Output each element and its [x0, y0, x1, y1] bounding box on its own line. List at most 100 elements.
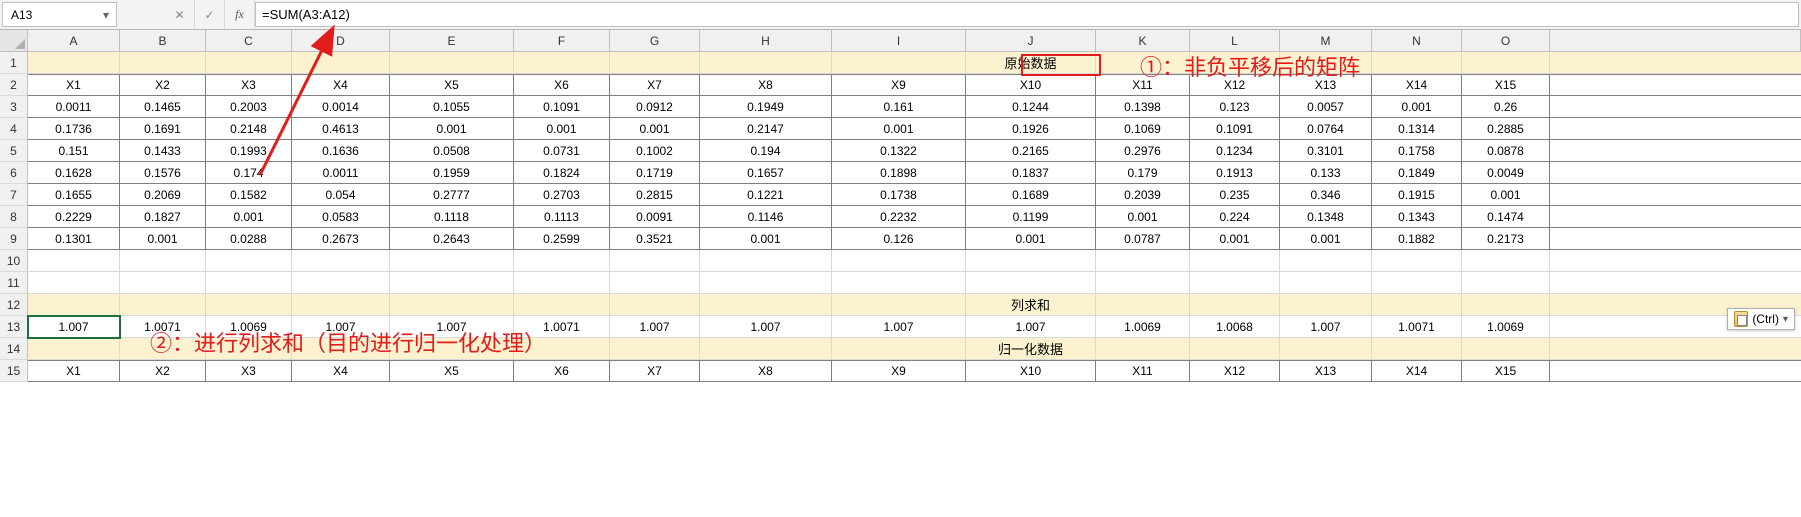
cell-C5[interactable]: 0.1993: [206, 140, 292, 162]
cell-C4[interactable]: 0.2148: [206, 118, 292, 140]
row-header-6[interactable]: 6: [0, 162, 28, 184]
cell-L4[interactable]: 0.1091: [1190, 118, 1280, 140]
cell-O9[interactable]: 0.2173: [1462, 228, 1550, 250]
cell-N2[interactable]: X14: [1372, 74, 1462, 96]
cell-O10[interactable]: [1462, 250, 1550, 272]
column-header-C[interactable]: C: [206, 30, 292, 51]
cell-K15[interactable]: X11: [1096, 360, 1190, 382]
cell-A11[interactable]: [28, 272, 120, 294]
row-header-14[interactable]: 14: [0, 338, 28, 360]
cell-H8[interactable]: 0.1146: [700, 206, 832, 228]
row-header-12[interactable]: 12: [0, 294, 28, 316]
cell-J9[interactable]: 0.001: [966, 228, 1096, 250]
cell-A8[interactable]: 0.2229: [28, 206, 120, 228]
name-box[interactable]: A13 ▾: [2, 2, 117, 27]
cell-G13[interactable]: 1.007: [610, 316, 700, 338]
cell-M8[interactable]: 0.1348: [1280, 206, 1372, 228]
cell-K1[interactable]: [1096, 52, 1190, 74]
cell-M15[interactable]: X13: [1280, 360, 1372, 382]
cell-O1[interactable]: [1462, 52, 1550, 74]
cell-C12[interactable]: [206, 294, 292, 316]
cell-L6[interactable]: 0.1913: [1190, 162, 1280, 184]
cell-D15[interactable]: X4: [292, 360, 390, 382]
cell-F15[interactable]: X6: [514, 360, 610, 382]
cell-L5[interactable]: 0.1234: [1190, 140, 1280, 162]
cell-E5[interactable]: 0.0508: [390, 140, 514, 162]
cell-J15[interactable]: X10: [966, 360, 1096, 382]
row-header-2[interactable]: 2: [0, 74, 28, 96]
cell-E1[interactable]: [390, 52, 514, 74]
cell-N4[interactable]: 0.1314: [1372, 118, 1462, 140]
cell-C13[interactable]: 1.0069: [206, 316, 292, 338]
cell-E13[interactable]: 1.007: [390, 316, 514, 338]
cell-N11[interactable]: [1372, 272, 1462, 294]
cell-H10[interactable]: [700, 250, 832, 272]
cell-G14[interactable]: [610, 338, 700, 360]
cell-C11[interactable]: [206, 272, 292, 294]
column-header-K[interactable]: K: [1096, 30, 1190, 51]
row-header-3[interactable]: 3: [0, 96, 28, 118]
cell-H9[interactable]: 0.001: [700, 228, 832, 250]
cell-G10[interactable]: [610, 250, 700, 272]
row-header-7[interactable]: 7: [0, 184, 28, 206]
cell-D4[interactable]: 0.4613: [292, 118, 390, 140]
cell-J7[interactable]: 0.1689: [966, 184, 1096, 206]
cell-B13[interactable]: 1.0071: [120, 316, 206, 338]
cell-G5[interactable]: 0.1002: [610, 140, 700, 162]
cell-A10[interactable]: [28, 250, 120, 272]
cell-J11[interactable]: [966, 272, 1096, 294]
cell-E2[interactable]: X5: [390, 74, 514, 96]
cell-I10[interactable]: [832, 250, 966, 272]
row-header-11[interactable]: 11: [0, 272, 28, 294]
cell-J3[interactable]: 0.1244: [966, 96, 1096, 118]
column-header-N[interactable]: N: [1372, 30, 1462, 51]
cell-H13[interactable]: 1.007: [700, 316, 832, 338]
cell-J8[interactable]: 0.1199: [966, 206, 1096, 228]
column-header-E[interactable]: E: [390, 30, 514, 51]
cell-D9[interactable]: 0.2673: [292, 228, 390, 250]
cell-B10[interactable]: [120, 250, 206, 272]
cell-O15[interactable]: X15: [1462, 360, 1550, 382]
cell-O3[interactable]: 0.26: [1462, 96, 1550, 118]
cell-J1[interactable]: 原始数据: [966, 52, 1096, 74]
cell-C1[interactable]: [206, 52, 292, 74]
cell-B6[interactable]: 0.1576: [120, 162, 206, 184]
cell-I7[interactable]: 0.1738: [832, 184, 966, 206]
cell-B15[interactable]: X2: [120, 360, 206, 382]
cell-K13[interactable]: 1.0069: [1096, 316, 1190, 338]
cell-L15[interactable]: X12: [1190, 360, 1280, 382]
cell-M1[interactable]: [1280, 52, 1372, 74]
cell-B9[interactable]: 0.001: [120, 228, 206, 250]
cell-O8[interactable]: 0.1474: [1462, 206, 1550, 228]
cell-O7[interactable]: 0.001: [1462, 184, 1550, 206]
cell-F9[interactable]: 0.2599: [514, 228, 610, 250]
cell-L10[interactable]: [1190, 250, 1280, 272]
cell-A2[interactable]: X1: [28, 74, 120, 96]
row-header-5[interactable]: 5: [0, 140, 28, 162]
cell-M11[interactable]: [1280, 272, 1372, 294]
cell-E8[interactable]: 0.1118: [390, 206, 514, 228]
cell-G9[interactable]: 0.3521: [610, 228, 700, 250]
cell-I15[interactable]: X9: [832, 360, 966, 382]
cell-E4[interactable]: 0.001: [390, 118, 514, 140]
column-header-G[interactable]: G: [610, 30, 700, 51]
cell-O14[interactable]: [1462, 338, 1550, 360]
cell-M2[interactable]: X13: [1280, 74, 1372, 96]
cell-A1[interactable]: [28, 52, 120, 74]
cell-M12[interactable]: [1280, 294, 1372, 316]
cell-D11[interactable]: [292, 272, 390, 294]
cell-G11[interactable]: [610, 272, 700, 294]
cell-G12[interactable]: [610, 294, 700, 316]
cell-I3[interactable]: 0.161: [832, 96, 966, 118]
cell-B5[interactable]: 0.1433: [120, 140, 206, 162]
cell-C14[interactable]: [206, 338, 292, 360]
cell-F10[interactable]: [514, 250, 610, 272]
cell-D5[interactable]: 0.1636: [292, 140, 390, 162]
cell-M4[interactable]: 0.0764: [1280, 118, 1372, 140]
cell-H12[interactable]: [700, 294, 832, 316]
cell-F4[interactable]: 0.001: [514, 118, 610, 140]
cell-N14[interactable]: [1372, 338, 1462, 360]
cell-C6[interactable]: 0.174: [206, 162, 292, 184]
cell-L3[interactable]: 0.123: [1190, 96, 1280, 118]
cell-M6[interactable]: 0.133: [1280, 162, 1372, 184]
